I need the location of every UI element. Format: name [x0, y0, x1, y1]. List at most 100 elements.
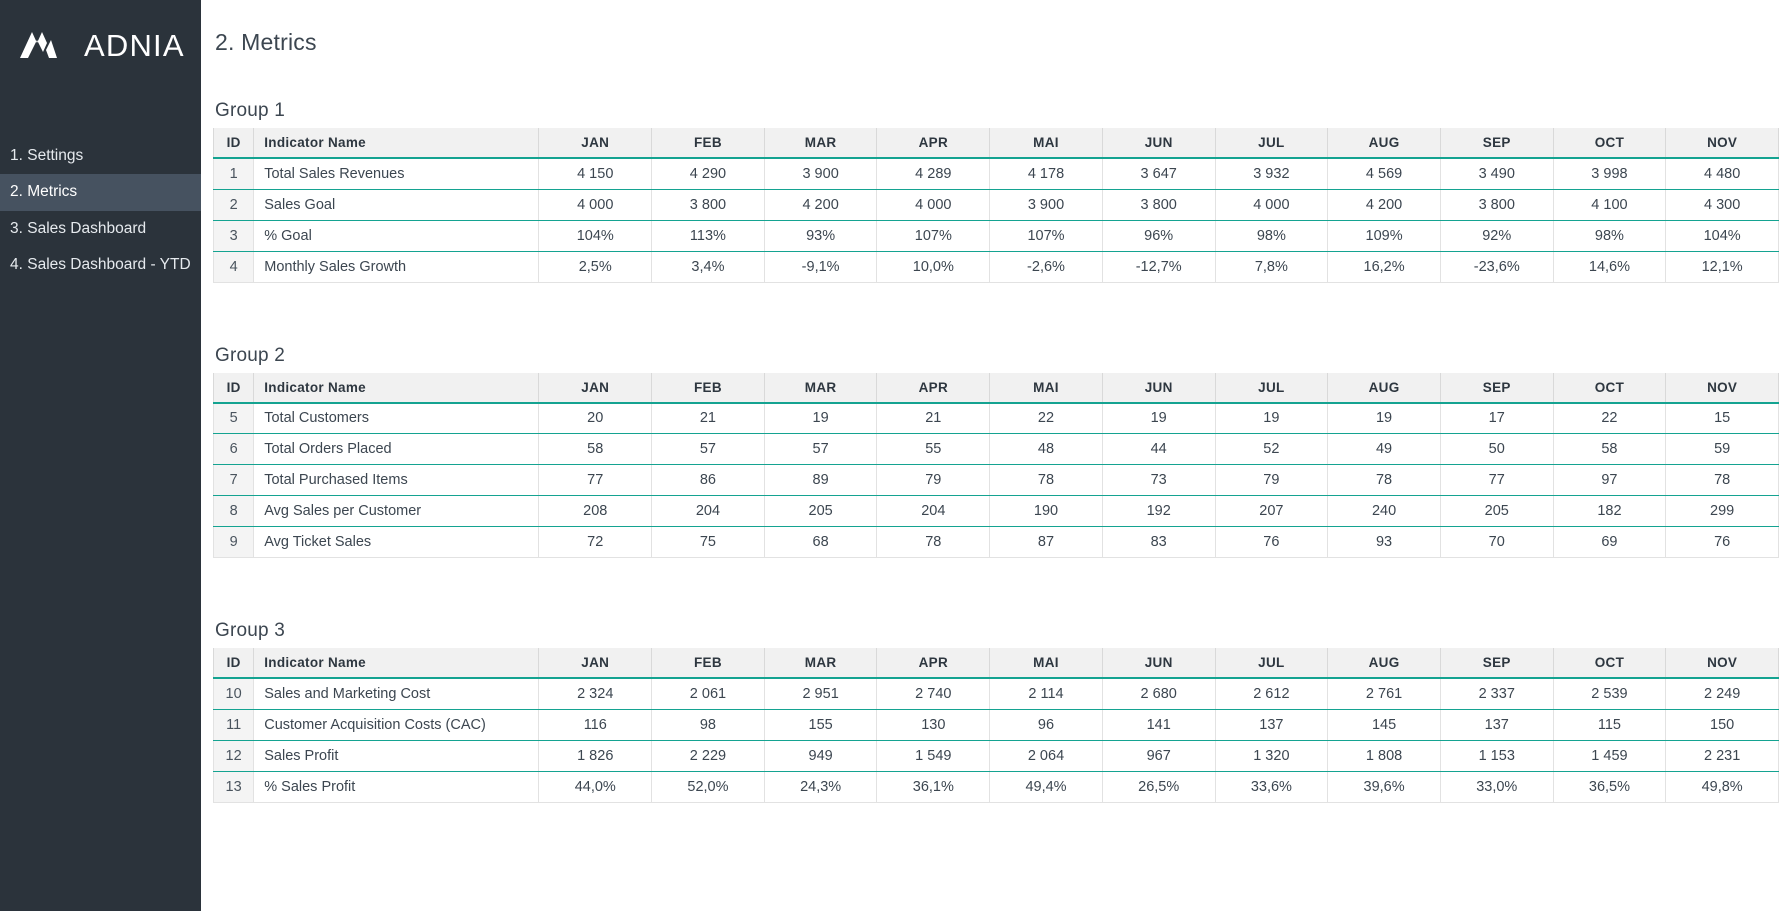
value-cell[interactable]: 19 — [763, 402, 878, 434]
value-cell[interactable]: 15 — [1665, 402, 1779, 434]
value-cell[interactable]: 1 808 — [1327, 740, 1441, 772]
value-cell[interactable]: 4 150 — [538, 158, 653, 190]
indicator-name-cell[interactable]: Total Purchased Items — [253, 464, 540, 496]
value-cell[interactable]: 52,0% — [651, 771, 765, 803]
row-id-cell[interactable]: 11 — [212, 709, 255, 741]
value-cell[interactable]: 2 061 — [651, 678, 765, 710]
value-cell[interactable]: 2 249 — [1665, 678, 1779, 710]
value-cell[interactable]: 2 612 — [1214, 678, 1329, 710]
value-cell[interactable]: 16,2% — [1327, 251, 1441, 283]
row-id-cell[interactable]: 12 — [212, 740, 255, 772]
value-cell[interactable]: 57 — [763, 433, 878, 465]
value-cell[interactable]: 155 — [763, 709, 878, 741]
column-header-jan[interactable]: JAN — [538, 372, 653, 404]
value-cell[interactable]: 115 — [1552, 709, 1667, 741]
column-header-feb[interactable]: FEB — [651, 372, 765, 404]
value-cell[interactable]: 2 951 — [763, 678, 878, 710]
value-cell[interactable]: 2 680 — [1101, 678, 1216, 710]
column-header-sep[interactable]: SEP — [1439, 372, 1554, 404]
value-cell[interactable]: 207 — [1214, 495, 1329, 527]
value-cell[interactable]: 3 647 — [1101, 158, 1216, 190]
value-cell[interactable]: -23,6% — [1439, 251, 1554, 283]
value-cell[interactable]: 137 — [1439, 709, 1554, 741]
value-cell[interactable]: 49,4% — [989, 771, 1103, 803]
column-header-apr[interactable]: APR — [876, 372, 991, 404]
value-cell[interactable]: 1 320 — [1214, 740, 1329, 772]
value-cell[interactable]: 107% — [989, 220, 1103, 252]
row-id-cell[interactable]: 3 — [212, 220, 255, 252]
value-cell[interactable]: 26,5% — [1101, 771, 1216, 803]
value-cell[interactable]: 1 549 — [876, 740, 991, 772]
value-cell[interactable]: 2 761 — [1327, 678, 1441, 710]
column-header-jul[interactable]: JUL — [1214, 128, 1329, 159]
value-cell[interactable]: 36,5% — [1552, 771, 1667, 803]
row-id-cell[interactable]: 2 — [212, 189, 255, 221]
value-cell[interactable]: 1 153 — [1439, 740, 1554, 772]
value-cell[interactable]: 77 — [538, 464, 653, 496]
value-cell[interactable]: 240 — [1327, 495, 1441, 527]
value-cell[interactable]: 22 — [1552, 402, 1667, 434]
value-cell[interactable]: 49 — [1327, 433, 1441, 465]
value-cell[interactable]: 76 — [1665, 526, 1779, 558]
value-cell[interactable]: 109% — [1327, 220, 1441, 252]
sidebar-item-sales-dashboard[interactable]: 3. Sales Dashboard — [0, 211, 201, 247]
value-cell[interactable]: 2 539 — [1552, 678, 1667, 710]
value-cell[interactable]: 3 900 — [763, 158, 878, 190]
value-cell[interactable]: 24,3% — [763, 771, 878, 803]
column-header-aug[interactable]: AUG — [1327, 128, 1441, 159]
value-cell[interactable]: 2 740 — [876, 678, 991, 710]
indicator-name-cell[interactable]: Sales Goal — [253, 189, 540, 221]
row-id-cell[interactable]: 7 — [212, 464, 255, 496]
column-header-aug[interactable]: AUG — [1327, 648, 1441, 679]
column-header-oct[interactable]: OCT — [1552, 372, 1667, 404]
column-header-id[interactable]: ID — [212, 372, 255, 404]
indicator-name-cell[interactable]: % Goal — [253, 220, 540, 252]
value-cell[interactable]: 4 480 — [1665, 158, 1779, 190]
column-header-mar[interactable]: MAR — [763, 128, 878, 159]
value-cell[interactable]: 33,0% — [1439, 771, 1554, 803]
value-cell[interactable]: 208 — [538, 495, 653, 527]
value-cell[interactable]: 3 998 — [1552, 158, 1667, 190]
value-cell[interactable]: 87 — [989, 526, 1103, 558]
value-cell[interactable]: 19 — [1214, 402, 1329, 434]
value-cell[interactable]: 49,8% — [1665, 771, 1779, 803]
row-id-cell[interactable]: 4 — [212, 251, 255, 283]
value-cell[interactable]: 57 — [651, 433, 765, 465]
value-cell[interactable]: 104% — [1665, 220, 1779, 252]
value-cell[interactable]: 12,1% — [1665, 251, 1779, 283]
value-cell[interactable]: 205 — [1439, 495, 1554, 527]
value-cell[interactable]: 3 800 — [1101, 189, 1216, 221]
value-cell[interactable]: 20 — [538, 402, 653, 434]
row-id-cell[interactable]: 13 — [212, 771, 255, 803]
value-cell[interactable]: 3,4% — [651, 251, 765, 283]
value-cell[interactable]: 104% — [538, 220, 653, 252]
value-cell[interactable]: 10,0% — [876, 251, 991, 283]
sidebar-item-metrics[interactable]: 2. Metrics — [0, 174, 201, 211]
value-cell[interactable]: 4 200 — [763, 189, 878, 221]
value-cell[interactable]: 77 — [1439, 464, 1554, 496]
value-cell[interactable]: 33,6% — [1214, 771, 1329, 803]
value-cell[interactable]: 17 — [1439, 402, 1554, 434]
column-header-jan[interactable]: JAN — [538, 648, 653, 679]
row-id-cell[interactable]: 8 — [212, 495, 255, 527]
column-header-oct[interactable]: OCT — [1552, 128, 1667, 159]
column-header-id[interactable]: ID — [212, 648, 255, 679]
value-cell[interactable]: 75 — [651, 526, 765, 558]
indicator-name-cell[interactable]: Customer Acquisition Costs (CAC) — [253, 709, 540, 741]
column-header-mai[interactable]: MAI — [989, 128, 1103, 159]
value-cell[interactable]: 92% — [1439, 220, 1554, 252]
value-cell[interactable]: -12,7% — [1101, 251, 1216, 283]
value-cell[interactable]: 4 000 — [538, 189, 653, 221]
sidebar-item-sales-dashboard-ytd[interactable]: 4. Sales Dashboard - YTD — [0, 247, 201, 283]
column-header-indicator-name[interactable]: Indicator Name — [253, 372, 540, 404]
value-cell[interactable]: 96 — [989, 709, 1103, 741]
column-header-aug[interactable]: AUG — [1327, 372, 1441, 404]
value-cell[interactable]: 137 — [1214, 709, 1329, 741]
value-cell[interactable]: 78 — [1665, 464, 1779, 496]
indicator-name-cell[interactable]: Total Customers — [253, 402, 540, 434]
value-cell[interactable]: 78 — [876, 526, 991, 558]
value-cell[interactable]: 44 — [1101, 433, 1216, 465]
value-cell[interactable]: 2 324 — [538, 678, 653, 710]
indicator-name-cell[interactable]: Total Sales Revenues — [253, 158, 540, 190]
indicator-name-cell[interactable]: Avg Sales per Customer — [253, 495, 540, 527]
